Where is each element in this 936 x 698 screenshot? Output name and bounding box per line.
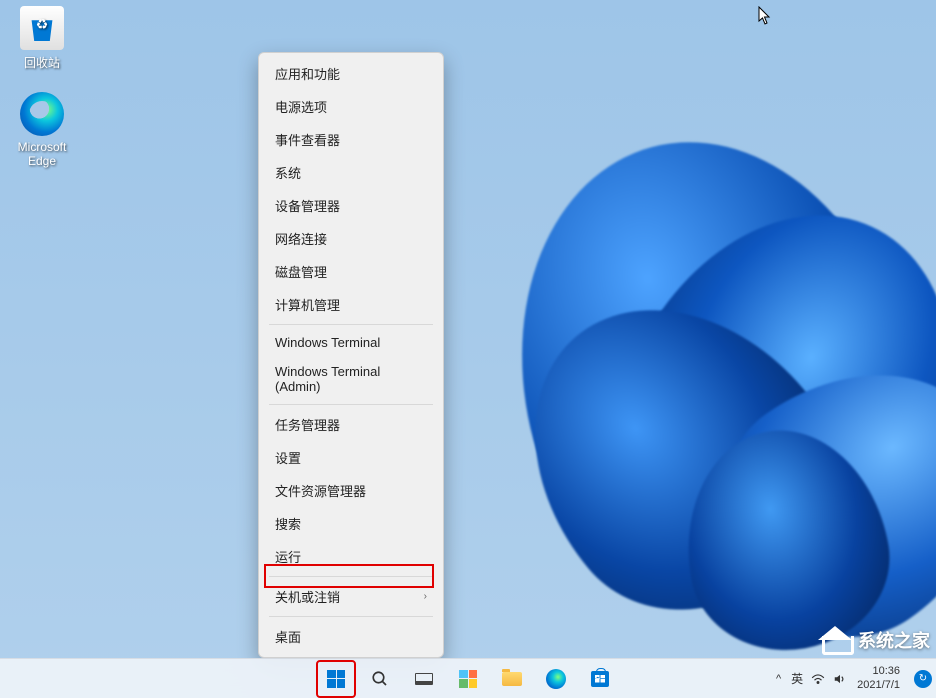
file-explorer-button[interactable] xyxy=(492,661,532,697)
menu-item-power-options[interactable]: 电源选项 xyxy=(259,90,443,123)
watermark: 系统之家 xyxy=(818,626,930,654)
menu-item-apps-features[interactable]: 应用和功能 xyxy=(259,57,443,90)
desktop-icon-label: Microsoft Edge xyxy=(6,140,78,168)
search-button[interactable] xyxy=(360,661,400,697)
windows-logo-icon xyxy=(327,670,345,688)
wifi-icon xyxy=(811,673,825,685)
menu-label: 桌面 xyxy=(275,627,301,646)
taskbar-center-group xyxy=(316,660,620,698)
menu-item-system[interactable]: 系统 xyxy=(259,156,443,189)
desktop-icon-edge[interactable]: Microsoft Edge xyxy=(6,92,78,168)
widgets-icon xyxy=(459,670,477,688)
menu-item-task-manager[interactable]: 任务管理器 xyxy=(259,408,443,441)
tray-status-icons[interactable]: 英 xyxy=(791,670,847,687)
menu-label: 磁盘管理 xyxy=(275,262,327,281)
menu-label: 文件资源管理器 xyxy=(275,481,366,500)
desktop-icon-recycle-bin[interactable]: 回收站 xyxy=(6,6,78,71)
menu-divider xyxy=(269,404,433,405)
store-icon xyxy=(591,671,609,687)
house-icon xyxy=(818,626,852,654)
task-view-button[interactable] xyxy=(404,661,444,697)
menu-label: 事件查看器 xyxy=(275,130,340,149)
search-icon xyxy=(371,670,389,688)
tray-chevron-icon[interactable]: ^ xyxy=(776,673,781,685)
winx-context-menu: 应用和功能 电源选项 事件查看器 系统 设备管理器 网络连接 磁盘管理 计算机管… xyxy=(258,52,444,658)
menu-label: 网络连接 xyxy=(275,229,327,248)
menu-label: 关机或注销 xyxy=(275,587,340,606)
menu-item-device-manager[interactable]: 设备管理器 xyxy=(259,189,443,222)
menu-label: 应用和功能 xyxy=(275,64,340,83)
menu-label: 运行 xyxy=(275,547,301,566)
system-tray: ^ 英 10:36 2021/7/1 ↻ xyxy=(776,659,932,698)
clock[interactable]: 10:36 2021/7/1 xyxy=(857,665,904,691)
menu-item-windows-terminal-admin[interactable]: Windows Terminal (Admin) xyxy=(259,357,443,401)
menu-label: 系统 xyxy=(275,163,301,182)
menu-divider xyxy=(269,616,433,617)
start-button[interactable] xyxy=(316,660,356,698)
clock-date: 2021/7/1 xyxy=(857,679,900,692)
notification-badge-icon[interactable]: ↻ xyxy=(914,670,932,688)
menu-item-shutdown-signout[interactable]: 关机或注销 › xyxy=(259,580,443,613)
submenu-arrow-icon: › xyxy=(424,591,427,602)
menu-divider xyxy=(269,324,433,325)
edge-taskbar-button[interactable] xyxy=(536,661,576,697)
menu-item-computer-management[interactable]: 计算机管理 xyxy=(259,288,443,321)
menu-item-network-connections[interactable]: 网络连接 xyxy=(259,222,443,255)
menu-label: Windows Terminal xyxy=(275,335,380,350)
edge-icon xyxy=(20,92,64,136)
desktop-icon-label: 回收站 xyxy=(6,54,78,71)
menu-label: 搜索 xyxy=(275,514,301,533)
widgets-button[interactable] xyxy=(448,661,488,697)
folder-icon xyxy=(502,672,522,686)
edge-icon xyxy=(546,669,566,689)
recycle-bin-icon xyxy=(20,6,64,50)
clock-time: 10:36 xyxy=(857,665,900,678)
desktop-wallpaper xyxy=(0,0,936,698)
menu-item-disk-management[interactable]: 磁盘管理 xyxy=(259,255,443,288)
menu-item-file-explorer[interactable]: 文件资源管理器 xyxy=(259,474,443,507)
store-button[interactable] xyxy=(580,661,620,697)
taskbar: ^ 英 10:36 2021/7/1 ↻ xyxy=(0,658,936,698)
menu-label: 设置 xyxy=(275,448,301,467)
volume-icon xyxy=(833,673,847,685)
ime-indicator[interactable]: 英 xyxy=(791,670,803,687)
menu-item-run[interactable]: 运行 xyxy=(259,540,443,573)
task-view-icon xyxy=(415,673,433,685)
menu-item-settings[interactable]: 设置 xyxy=(259,441,443,474)
menu-item-desktop[interactable]: 桌面 xyxy=(259,620,443,653)
menu-label: Windows Terminal (Admin) xyxy=(275,364,427,394)
menu-label: 电源选项 xyxy=(275,97,327,116)
menu-label: 计算机管理 xyxy=(275,295,340,314)
menu-label: 设备管理器 xyxy=(275,196,340,215)
menu-item-event-viewer[interactable]: 事件查看器 xyxy=(259,123,443,156)
menu-item-search[interactable]: 搜索 xyxy=(259,507,443,540)
watermark-text: 系统之家 xyxy=(858,627,930,653)
menu-label: 任务管理器 xyxy=(275,415,340,434)
menu-item-windows-terminal[interactable]: Windows Terminal xyxy=(259,328,443,357)
menu-divider xyxy=(269,576,433,577)
